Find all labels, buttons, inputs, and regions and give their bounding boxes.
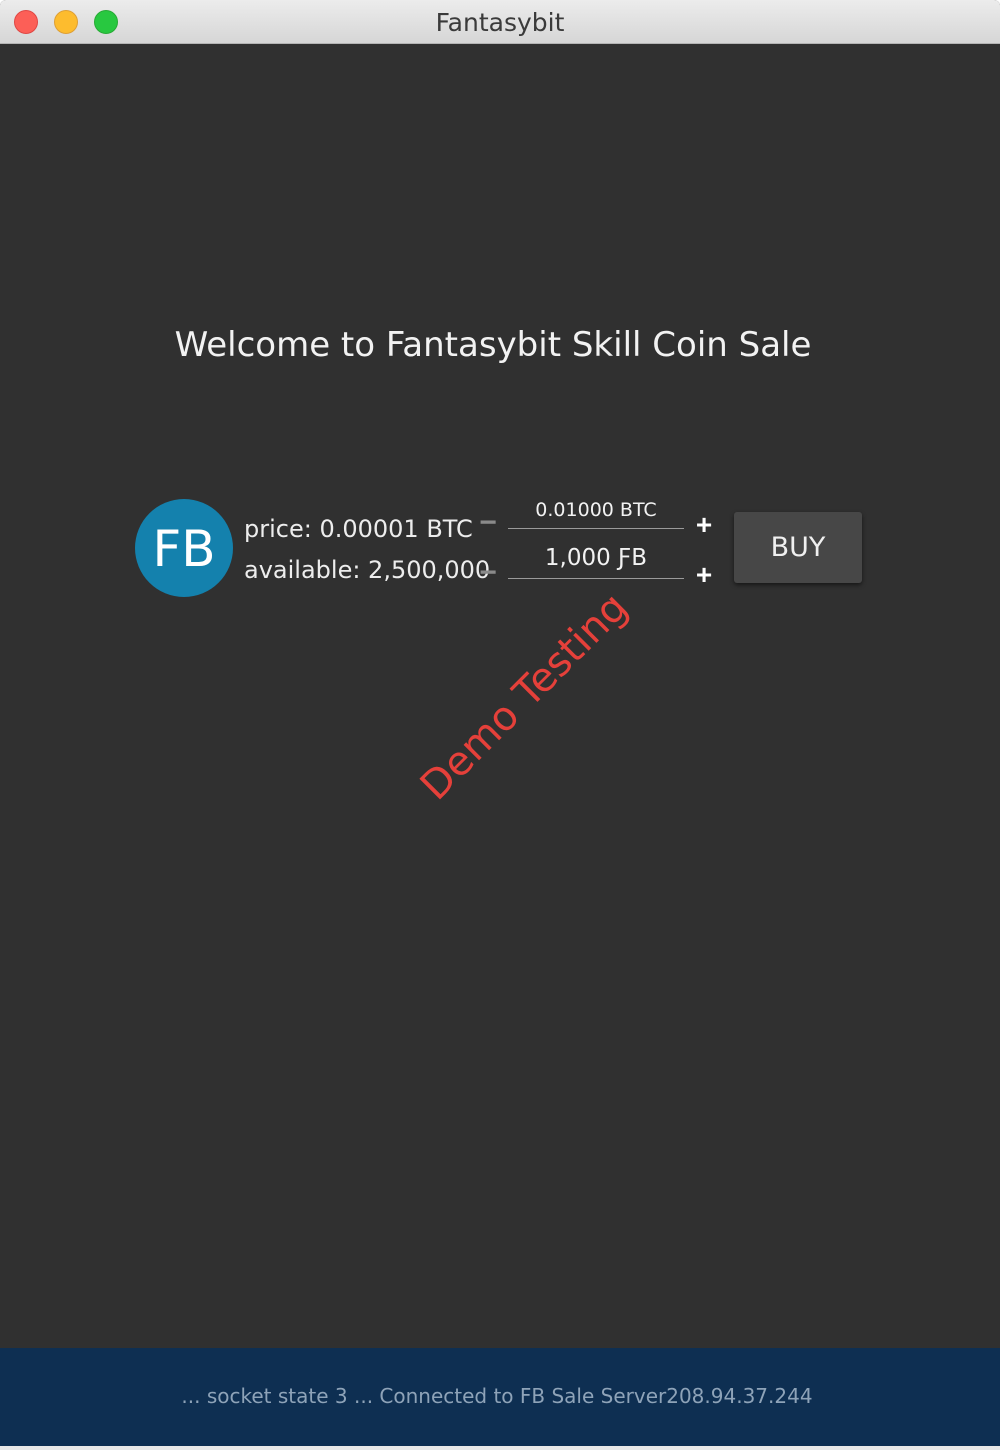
app-window: Fantasybit Welcome to Fantasybit Skill C…: [0, 0, 1000, 1450]
btc-amount-field[interactable]: 0.01000 BTC: [508, 499, 684, 529]
buy-button[interactable]: BUY: [734, 512, 862, 583]
fantasybit-logo-icon: FB: [135, 499, 233, 597]
logo-text: FB: [152, 520, 215, 578]
increase-btc-button[interactable]: +: [693, 511, 715, 539]
decrease-btc-button[interactable]: −: [477, 508, 499, 538]
available-label: available: 2,500,000: [244, 556, 491, 584]
window-title: Fantasybit: [435, 8, 565, 37]
title-bar: Fantasybit: [0, 0, 1000, 44]
window-bottom-edge: [0, 1446, 1000, 1450]
fb-amount-field[interactable]: 1,000 ƑB: [508, 545, 684, 579]
decrease-fb-button[interactable]: −: [477, 558, 499, 588]
connection-status-text: ... socket state 3 ... Connected to FB S…: [181, 1384, 813, 1408]
demo-watermark: Demo Testing: [411, 584, 637, 810]
increase-fb-button[interactable]: +: [693, 561, 715, 589]
price-label: price: 0.00001 BTC: [244, 515, 473, 543]
welcome-heading: Welcome to Fantasybit Skill Coin Sale: [174, 325, 812, 365]
status-bar: ... socket state 3 ... Connected to FB S…: [0, 1348, 1000, 1446]
